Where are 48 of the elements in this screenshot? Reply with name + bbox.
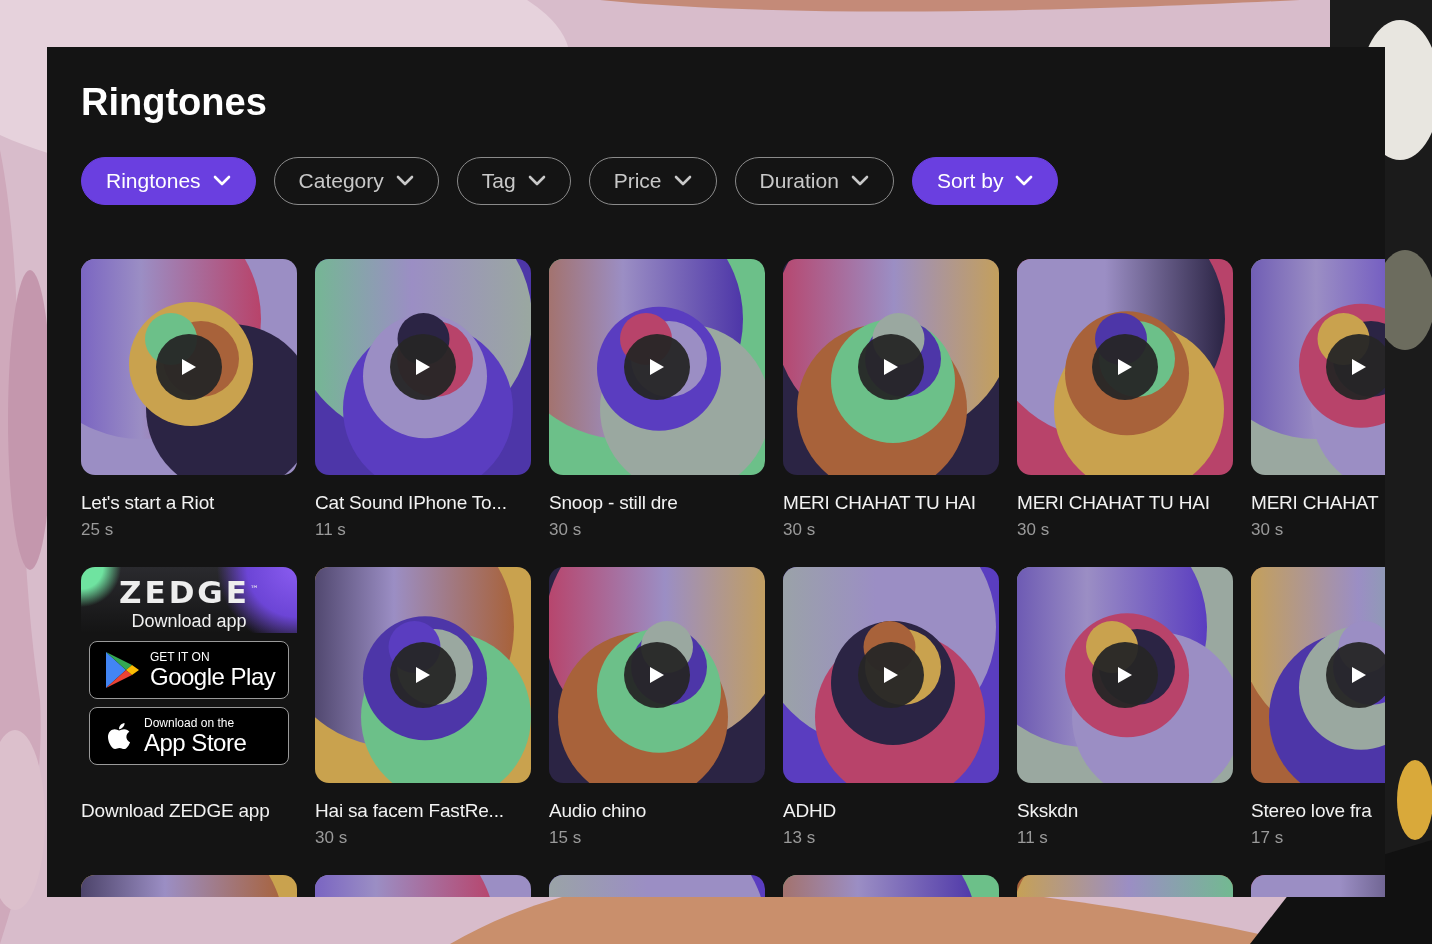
filter-dropdown[interactable]: Sort by	[911, 157, 1059, 205]
ringtone-title[interactable]: Cat Sound IPhone To...	[315, 492, 531, 514]
ringtone-duration: 17 s	[1251, 828, 1285, 848]
play-icon	[181, 358, 197, 376]
play-icon	[883, 358, 899, 376]
chevron-down-icon	[1015, 175, 1034, 187]
play-icon	[649, 358, 665, 376]
google-play-icon	[104, 650, 140, 690]
ringtone-title[interactable]: Stereo love fra	[1251, 800, 1385, 822]
play-icon	[1117, 666, 1133, 684]
ringtone-title[interactable]: Skskdn	[1017, 800, 1233, 822]
play-icon	[415, 666, 431, 684]
ringtone-title[interactable]: ADHD	[783, 800, 999, 822]
ringtone-duration: 30 s	[1251, 520, 1285, 540]
play-icon	[649, 666, 665, 684]
chevron-down-icon	[527, 175, 546, 187]
chevron-down-icon	[850, 175, 869, 187]
zedge-logo: ZEDGE$^{™}$	[119, 573, 259, 611]
chevron-down-icon	[673, 175, 692, 187]
promo-title[interactable]: Download ZEDGE app	[81, 800, 297, 822]
play-icon	[1351, 358, 1367, 376]
ringtone-duration: 30 s	[549, 520, 583, 540]
ringtone-duration: 13 s	[783, 828, 817, 848]
google-play-badge[interactable]: GET IT ON Google Play	[89, 641, 289, 699]
ringtone-title[interactable]: MERI CHAHAT TU HAI	[783, 492, 999, 514]
filter-dropdown[interactable]: Ringtones	[81, 157, 256, 205]
ringtone-title[interactable]: Hai sa facem FastRe...	[315, 800, 531, 822]
ringtone-duration: 11 s	[1017, 828, 1049, 848]
ringtone-title[interactable]: MERI CHAHAT	[1251, 492, 1385, 514]
promo-tagline: Download app	[131, 610, 247, 633]
ringtone-duration: 30 s	[315, 828, 349, 848]
ringtone-title[interactable]: Snoop - still dre	[549, 492, 765, 514]
ringtone-title[interactable]: Audio chino	[549, 800, 765, 822]
play-icon	[1117, 358, 1133, 376]
ringtone-duration: 30 s	[1017, 520, 1051, 540]
ringtone-duration: 15 s	[549, 828, 583, 848]
ringtone-title[interactable]: MERI CHAHAT TU HAI	[1017, 492, 1233, 514]
play-icon	[883, 666, 899, 684]
chevron-down-icon	[212, 175, 231, 187]
page-title: Ringtones	[81, 80, 268, 125]
ringtone-title[interactable]: Let's start a Riot	[81, 492, 297, 514]
app-store-badge[interactable]: Download on the App Store	[89, 707, 289, 765]
ringtone-duration: 30 s	[783, 520, 817, 540]
ringtone-duration: 11 s	[315, 520, 347, 540]
play-icon	[415, 358, 431, 376]
ringtone-duration: 25 s	[81, 520, 115, 540]
play-icon	[1351, 666, 1367, 684]
chevron-down-icon	[395, 175, 414, 187]
